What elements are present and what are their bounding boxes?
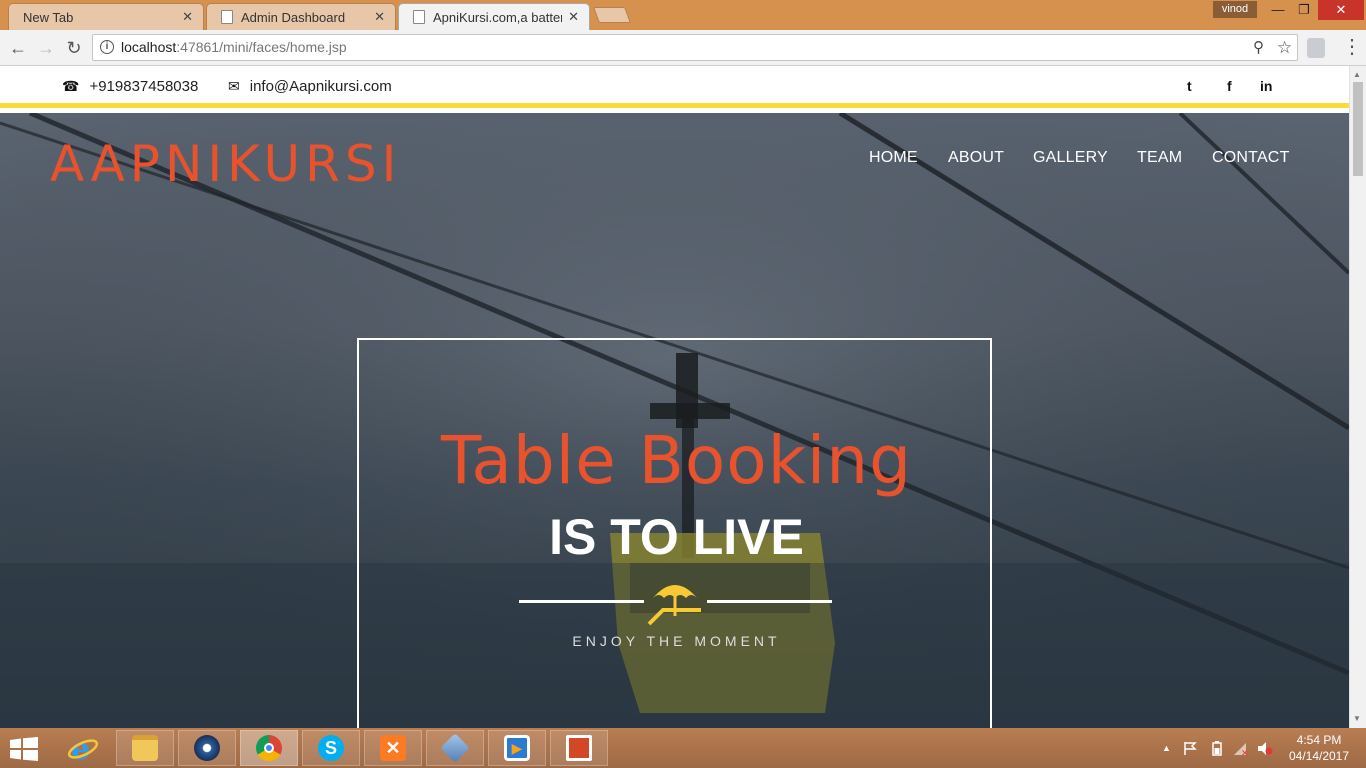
browser-toolbar: ← → ↻ i localhost:47861/mini/faces/home.… xyxy=(0,30,1366,66)
hero-frame: Table Booking IS TO LIVE ENJOY THE MOMEN… xyxy=(357,338,992,728)
nav-home[interactable]: HOME xyxy=(869,149,918,167)
minimize-button[interactable]: — xyxy=(1264,0,1292,20)
back-icon[interactable]: ← xyxy=(6,36,30,60)
forward-icon[interactable]: → xyxy=(34,36,58,60)
page-scrollbar[interactable]: ▲ ▼ xyxy=(1349,66,1366,728)
hero-headline: Table Booking xyxy=(441,422,912,499)
bookmark-star-icon[interactable]: ☆ xyxy=(1277,35,1292,60)
chrome-icon[interactable] xyxy=(240,730,298,766)
close-window-button[interactable]: ✕ xyxy=(1318,0,1364,20)
clock-date: 04/14/2017 xyxy=(1288,749,1350,763)
media-player-icon[interactable] xyxy=(178,730,236,766)
linkedin-icon[interactable]: in xyxy=(1260,78,1272,94)
new-tab-button[interactable] xyxy=(593,7,631,23)
profile-name[interactable]: vinod xyxy=(1213,1,1257,18)
tab-close-icon[interactable]: ✕ xyxy=(568,9,579,25)
hero-subhead: IS TO LIVE xyxy=(549,509,804,565)
nav-about[interactable]: ABOUT xyxy=(948,149,1004,167)
tab-close-icon[interactable]: ✕ xyxy=(182,9,193,25)
facebook-icon[interactable]: f xyxy=(1227,78,1232,94)
site-info-icon[interactable]: i xyxy=(100,40,114,54)
scroll-down-icon[interactable]: ▼ xyxy=(1353,714,1361,723)
tab-title: New Tab xyxy=(23,9,74,25)
tab-apnikursi[interactable]: ApniKursi.com,a batter w ✕ xyxy=(398,3,590,30)
windows-start-icon[interactable] xyxy=(10,737,38,761)
scroll-up-icon[interactable]: ▲ xyxy=(1353,70,1361,79)
zoom-icon[interactable]: ⚲ xyxy=(1253,35,1264,60)
tab-close-icon[interactable]: ✕ xyxy=(374,9,385,25)
volume-muted-icon[interactable] xyxy=(1257,741,1273,756)
reload-icon[interactable]: ↻ xyxy=(62,36,86,60)
url-host: localhost xyxy=(121,39,177,55)
chrome-menu-icon[interactable]: ⋮ xyxy=(1342,36,1362,58)
tab-title: Admin Dashboard xyxy=(241,9,346,25)
phone-icon: ☎ xyxy=(62,78,80,94)
nav-gallery[interactable]: GALLERY xyxy=(1033,149,1108,167)
clock-time: 4:54 PM xyxy=(1296,733,1342,747)
action-center-flag-icon[interactable] xyxy=(1183,741,1197,755)
tray-expand-icon[interactable]: ▲ xyxy=(1162,743,1171,753)
page-icon xyxy=(413,10,425,24)
hero-section: AAPNIKURSI HOME ABOUT GALLERY TEAM CONTA… xyxy=(0,113,1349,728)
beach-umbrella-icon xyxy=(647,585,701,626)
nav-team[interactable]: TEAM xyxy=(1137,149,1182,167)
extension-icon[interactable] xyxy=(1307,38,1325,58)
tab-new-tab[interactable]: New Tab ✕ xyxy=(8,3,204,30)
virtualbox-icon[interactable] xyxy=(426,730,484,766)
tab-title: ApniKursi.com,a batter w xyxy=(433,9,563,25)
hero-tagline: ENJOY THE MOMENT xyxy=(572,633,781,649)
address-bar[interactable]: i localhost:47861/mini/faces/home.jsp ⚲ … xyxy=(92,34,1298,61)
system-clock[interactable]: 4:54 PM 04/14/2017 xyxy=(1284,732,1354,764)
tab-admin-dashboard[interactable]: Admin Dashboard ✕ xyxy=(206,3,396,30)
page-icon xyxy=(221,10,233,24)
skype-icon[interactable]: S xyxy=(302,730,360,766)
email-address[interactable]: info@Aapnikursi.com xyxy=(250,78,392,95)
phone-contact: ☎ +919837458038 xyxy=(62,78,198,95)
browser-tab-bar: New Tab ✕ Admin Dashboard ✕ ApniKursi.co… xyxy=(0,0,1366,30)
presentation-app-icon[interactable] xyxy=(550,730,608,766)
scroll-thumb[interactable] xyxy=(1353,82,1363,176)
email-contact: ✉ info@Aapnikursi.com xyxy=(228,78,392,95)
svg-text:✕: ✕ xyxy=(1241,749,1249,756)
battery-icon[interactable] xyxy=(1212,741,1222,756)
video-app-icon[interactable]: ▶ xyxy=(488,730,546,766)
internet-explorer-icon[interactable]: e xyxy=(54,730,112,766)
contact-bar: ☎ +919837458038 ✉ info@Aapnikursi.com t … xyxy=(0,66,1349,108)
network-icon[interactable]: ✕ xyxy=(1233,741,1249,756)
url-path: :47861/mini/faces/home.jsp xyxy=(176,39,347,55)
divider-left xyxy=(519,600,644,603)
page-viewport: ☎ +919837458038 ✉ info@Aapnikursi.com t … xyxy=(0,66,1349,728)
nav-contact[interactable]: CONTACT xyxy=(1212,149,1290,167)
windows-taskbar: e S ✕ ▶ ▲ ✕ 4:54 PM 04/14/2017 xyxy=(0,728,1366,768)
file-explorer-icon[interactable] xyxy=(116,730,174,766)
divider-right xyxy=(707,600,832,603)
site-logo[interactable]: AAPNIKURSI xyxy=(50,135,401,193)
envelope-icon: ✉ xyxy=(228,78,240,94)
restore-button[interactable]: ❐ xyxy=(1290,0,1318,20)
twitter-icon[interactable]: t xyxy=(1187,78,1192,94)
phone-number: +919837458038 xyxy=(89,78,199,95)
xampp-icon[interactable]: ✕ xyxy=(364,730,422,766)
